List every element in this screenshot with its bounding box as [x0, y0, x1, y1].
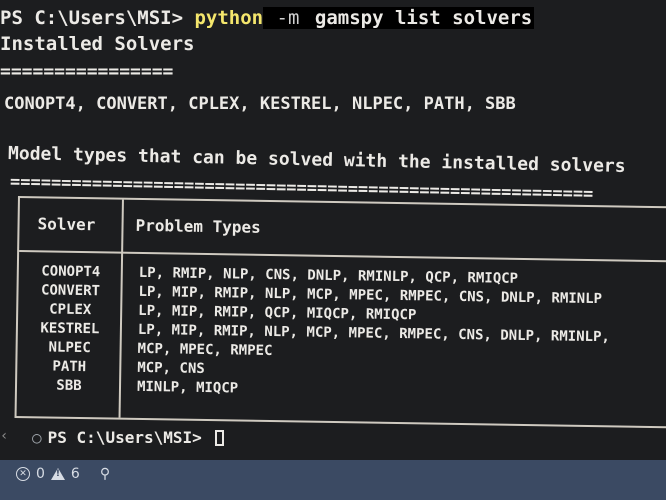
command-args: gamspy list solvers	[301, 7, 535, 29]
solver-table: Solver Problem Types CONOPT4 LP, RMIP, N…	[14, 196, 666, 429]
table-cell-solver: CONVERT	[40, 282, 101, 300]
header-problem-types: Problem Types	[135, 215, 261, 237]
table-cell-types: MCP, MPEC, RMPEC	[137, 340, 273, 360]
table-cell-solver: SBB	[56, 377, 82, 395]
cursor-icon	[215, 430, 225, 446]
terminal-panel[interactable]: PS C:\Users\MSI> python -m gamspy list s…	[0, 0, 666, 460]
table-header-row	[19, 198, 666, 263]
broadcast-icon[interactable]: ⚲	[100, 466, 110, 482]
final-prompt-line[interactable]: ○ PS C:\Users\MSI>	[32, 428, 225, 447]
header-solver: Solver	[37, 214, 96, 235]
error-count: 0	[36, 466, 45, 482]
table-cell-solver: CPLEX	[49, 301, 92, 319]
command-flag: -m	[263, 7, 302, 29]
warning-count: 6	[70, 466, 80, 482]
command-executable: python	[194, 7, 264, 29]
table-cell-solver: KESTREL	[40, 320, 100, 338]
prompt-text: PS C:\Users\MSI>	[0, 7, 195, 29]
table-cell-types: MCP, CNS	[137, 359, 205, 377]
prompt-circle-icon: ○	[32, 428, 42, 447]
gutter-chevron-icon[interactable]: ‹	[0, 428, 8, 444]
table-cell-solver: CONOPT4	[41, 263, 101, 281]
warning-icon	[50, 468, 65, 480]
installed-solvers-header: Installed Solvers	[0, 33, 195, 55]
final-prompt-text: PS C:\Users\MSI>	[47, 428, 212, 447]
table-cell-types: MINLP, MIQCP	[136, 378, 239, 397]
table-cell-solver: PATH	[52, 358, 87, 376]
problems-indicator[interactable]: ✕ 0 6 ⚲	[16, 466, 110, 482]
status-bar: ✕ 0 6 ⚲	[0, 460, 666, 500]
table-cell-solver: NLPEC	[48, 339, 91, 357]
installed-separator: ================	[0, 61, 174, 82]
error-icon: ✕	[16, 467, 30, 481]
command-line: PS C:\Users\MSI> python -m gamspy list s…	[0, 6, 535, 30]
installed-solvers-list: CONOPT4, CONVERT, CPLEX, KESTREL, NLPEC,…	[4, 94, 516, 114]
